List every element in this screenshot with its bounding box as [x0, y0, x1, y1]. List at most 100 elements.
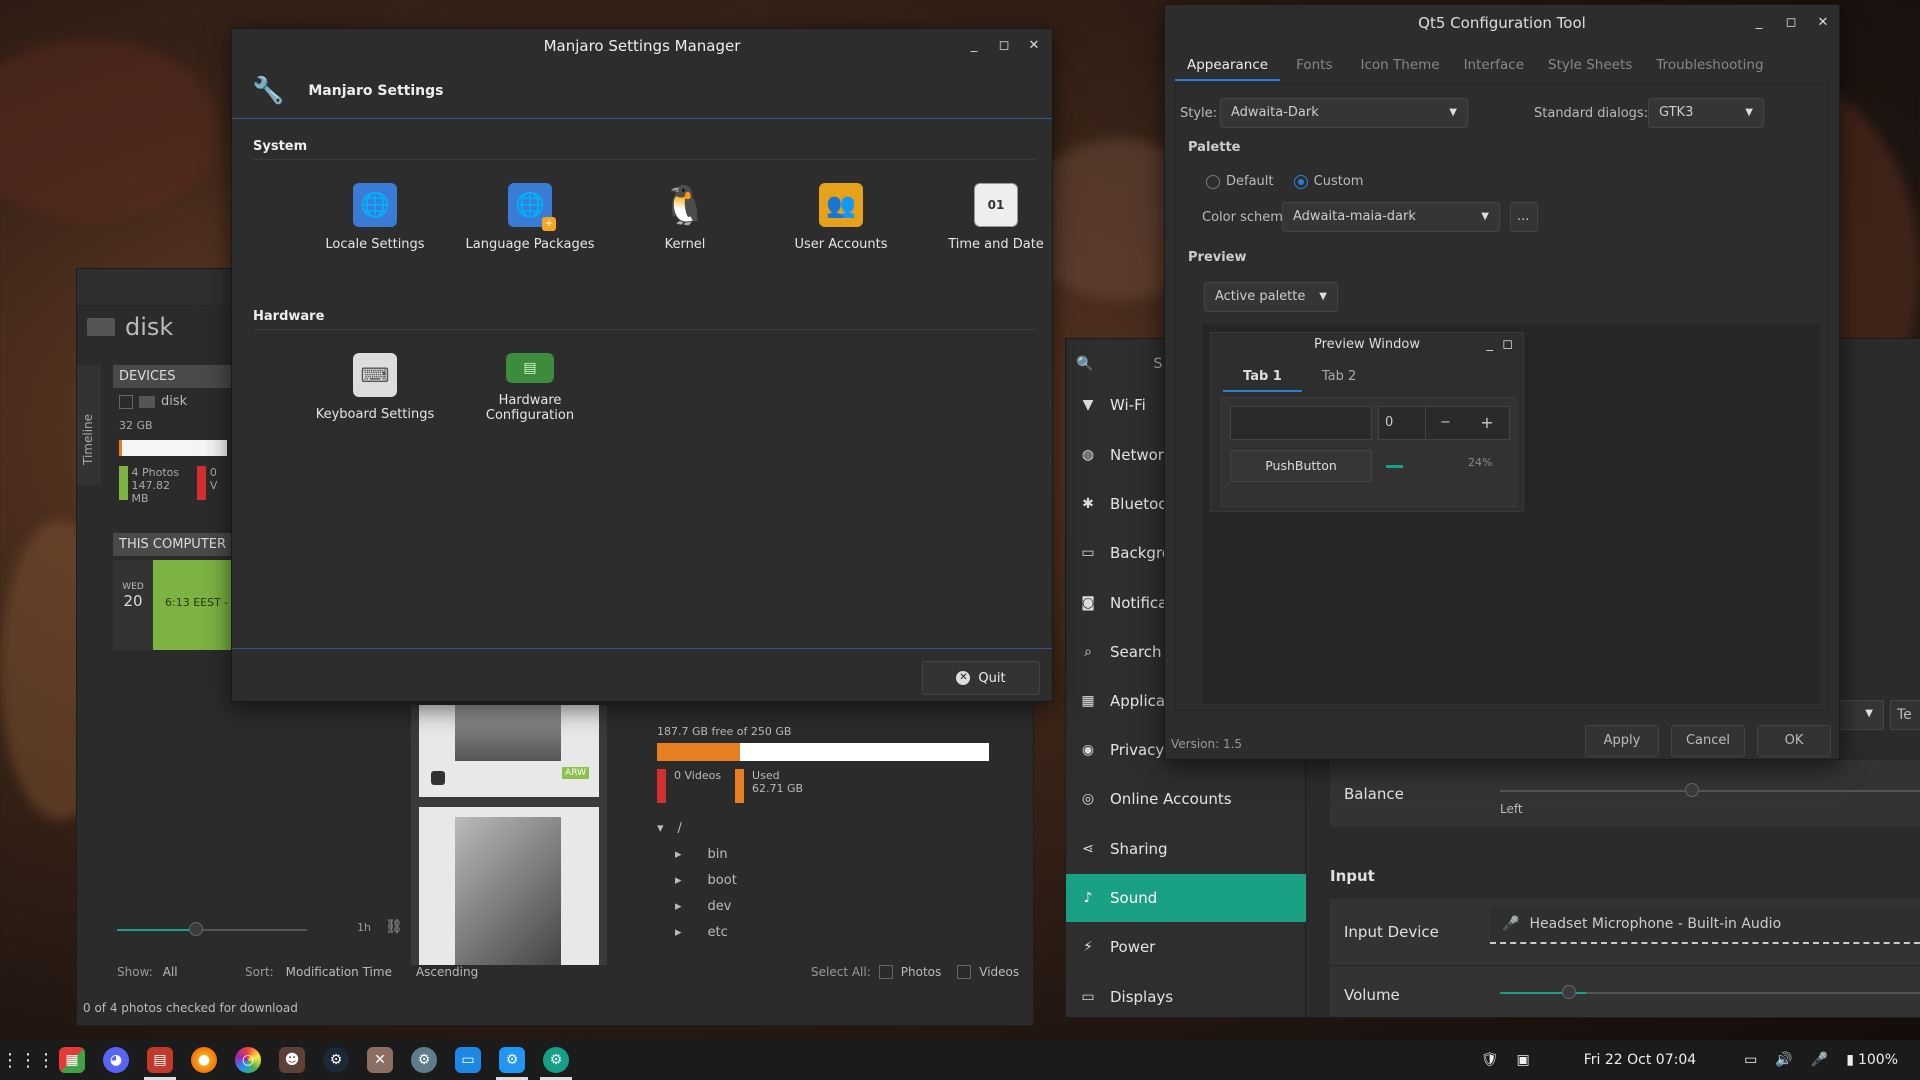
link-icon[interactable]: ⛓ [385, 919, 403, 935]
select-videos-checkbox[interactable] [957, 965, 972, 979]
style-select[interactable]: Adwaita-Dark ▼ [1220, 98, 1468, 128]
locale-settings-tile[interactable]: 🌐 Locale Settings [300, 183, 450, 252]
collapsed-arrow-icon[interactable]: ▸ [675, 925, 682, 940]
wrench-icon: 🔧 [252, 75, 285, 106]
search-icon[interactable]: 🔍 [1076, 356, 1093, 372]
sort-field[interactable]: Modification Time [286, 965, 392, 979]
show-filter[interactable]: All [163, 965, 178, 979]
time-and-date-tile[interactable]: 01 Time and Date [921, 183, 1071, 252]
timeline-tab[interactable]: Timeline [77, 365, 101, 485]
collapsed-arrow-icon[interactable]: ▸ [675, 847, 682, 862]
app-grid-button[interactable]: ⋮⋮⋮ [1, 1040, 55, 1080]
qt5ct-titlebar[interactable]: Qt5 Configuration Tool _ ◻ ✕ [1165, 5, 1839, 41]
select-photos-checkbox[interactable] [878, 965, 893, 979]
drive-status-icon[interactable]: ▣ [1517, 1052, 1530, 1068]
shield-icon[interactable]: 🛡 [1481, 1052, 1499, 1068]
videos-label: 0 Videos [674, 769, 722, 782]
taskbar-pixel-game[interactable]: ✕ [358, 1040, 402, 1080]
taskbar-steam[interactable]: ⚙ [314, 1040, 358, 1080]
spinbox-plus-button[interactable]: + [1467, 407, 1507, 439]
kernel-tile[interactable]: 🐧 Kernel [610, 183, 760, 253]
maximize-icon[interactable]: ◻ [1783, 5, 1799, 41]
tree-root[interactable]: ▾ / [657, 815, 987, 841]
input-device-select[interactable]: 🎤 Headset Microphone - Built-in Audio [1490, 906, 1920, 944]
tree-node[interactable]: ▸ bin [657, 841, 987, 867]
taskbar-manjaro-settings[interactable]: ⚙ [534, 1040, 578, 1080]
timeline-zoom-knob[interactable] [189, 922, 203, 936]
default-radio[interactable] [1206, 174, 1220, 189]
sidebar-item-displays[interactable]: ▭ Displays [1066, 973, 1306, 1017]
tree-node[interactable]: ▸ etc [657, 919, 987, 945]
sort-order[interactable]: Ascending [416, 965, 478, 979]
std-dialogs-select[interactable]: GTK3 ▼ [1648, 98, 1764, 128]
speaker-icon[interactable]: 🔊 [1775, 1052, 1792, 1068]
photo-thumbnail[interactable]: ARW [419, 705, 599, 797]
battery-icon[interactable]: ▮ [1846, 1052, 1854, 1068]
balance-knob[interactable] [1685, 783, 1699, 797]
photo-thumbnail[interactable] [419, 807, 599, 965]
close-icon[interactable]: ✕ [1026, 29, 1042, 63]
taskbar-game[interactable]: ☻ [270, 1040, 314, 1080]
tab-icon-theme[interactable]: Icon Theme [1349, 51, 1452, 81]
minimize-icon[interactable]: _ [1751, 5, 1767, 41]
balance-slider[interactable] [1500, 790, 1920, 792]
taskbar-photo-importer[interactable]: ▤ [138, 1040, 182, 1080]
timeline-zoom-slider[interactable] [117, 929, 307, 931]
sidebar-item-sharing[interactable]: ⋖ Sharing [1066, 825, 1306, 873]
timeline-block[interactable]: 6:13 EEST - [153, 560, 233, 650]
custom-radio[interactable] [1293, 174, 1308, 189]
collapsed-arrow-icon[interactable]: ▸ [675, 873, 682, 888]
partial-right-element[interactable]: Te [1890, 700, 1920, 730]
tab-troubleshooting[interactable]: Troubleshooting [1644, 51, 1775, 81]
microphone-icon[interactable]: 🎤 [1811, 1052, 1828, 1068]
sidebar-item-power[interactable]: ⚡ Power [1066, 923, 1306, 971]
sidebar-item-sound[interactable]: ♪ Sound [1066, 874, 1306, 922]
preview-tab-1[interactable]: Tab 1 [1223, 363, 1302, 392]
quit-button[interactable]: ✕ Quit [922, 661, 1040, 695]
taskbar-qt5ct[interactable]: ⚙ [490, 1040, 534, 1080]
msm-titlebar[interactable]: Manjaro Settings Manager _ ◻ ✕ [232, 29, 1052, 63]
device-name[interactable]: disk [161, 394, 187, 409]
ok-button[interactable]: OK [1757, 725, 1831, 757]
tab-interface[interactable]: Interface [1452, 51, 1536, 81]
spinbox-minus-button[interactable]: − [1425, 407, 1465, 439]
input-volume-knob[interactable] [1562, 985, 1576, 999]
tab-style-sheets[interactable]: Style Sheets [1536, 51, 1644, 81]
photo-checkbox[interactable] [431, 771, 445, 785]
preview-tab-2[interactable]: Tab 2 [1302, 363, 1376, 392]
partial-right-dropdown[interactable]: ▼ [1838, 700, 1884, 730]
cancel-button[interactable]: Cancel [1671, 725, 1745, 757]
preview-push-button[interactable]: PushButton [1230, 450, 1372, 482]
device-checkbox[interactable] [119, 394, 133, 409]
screen-icon[interactable]: ▭ [1744, 1052, 1757, 1068]
collapsed-arrow-icon[interactable]: ▸ [675, 899, 682, 914]
taskbar-software-center[interactable]: ▦ [50, 1040, 94, 1080]
color-scheme-select[interactable]: Adwaita-maia-dark ▼ [1282, 202, 1500, 232]
tab-fonts[interactable]: Fonts [1280, 51, 1348, 81]
minimize-icon[interactable]: _ [966, 29, 982, 63]
preview-spinbox[interactable]: 0 − + [1378, 406, 1510, 440]
taskbar-firefox[interactable]: ● [182, 1040, 226, 1080]
sidebar-item-online-accounts[interactable]: ◎ Online Accounts [1066, 775, 1306, 823]
language-packages-tile[interactable]: 🌐 + Language Packages [455, 183, 605, 252]
tree-node[interactable]: ▸ boot [657, 867, 987, 893]
close-icon[interactable]: ✕ [1815, 5, 1831, 41]
user-accounts-tile[interactable]: 👥 User Accounts [766, 183, 916, 252]
apply-button[interactable]: Apply [1585, 725, 1659, 757]
custom-radio-label: Custom [1313, 174, 1364, 189]
taskbar-color-picker[interactable]: ○ [226, 1040, 270, 1080]
tree-node[interactable]: ▸ dev [657, 893, 987, 919]
color-scheme-more-button[interactable]: ... [1510, 202, 1538, 232]
preview-palette-select[interactable]: Active palette ▼ [1204, 282, 1338, 312]
hardware-configuration-tile[interactable]: ▤ Hardware Configuration [455, 343, 605, 423]
taskbar-settings[interactable]: ⚙ [402, 1040, 446, 1080]
maximize-icon[interactable]: ◻ [996, 29, 1012, 63]
keyboard-settings-tile[interactable]: ⌨ Keyboard Settings [300, 353, 450, 422]
preview-tab-content: 0 − + PushButton 24% [1221, 397, 1517, 507]
preview-line-edit[interactable] [1230, 406, 1372, 440]
tab-appearance[interactable]: Appearance [1175, 51, 1281, 81]
expanded-arrow-icon[interactable]: ▾ [657, 821, 664, 836]
taskbar-discord[interactable]: ◕ [94, 1040, 138, 1080]
taskbar-file-manager[interactable]: ▭ [446, 1040, 490, 1080]
clock[interactable]: Fri 22 Oct 07:04 [1584, 1052, 1696, 1068]
